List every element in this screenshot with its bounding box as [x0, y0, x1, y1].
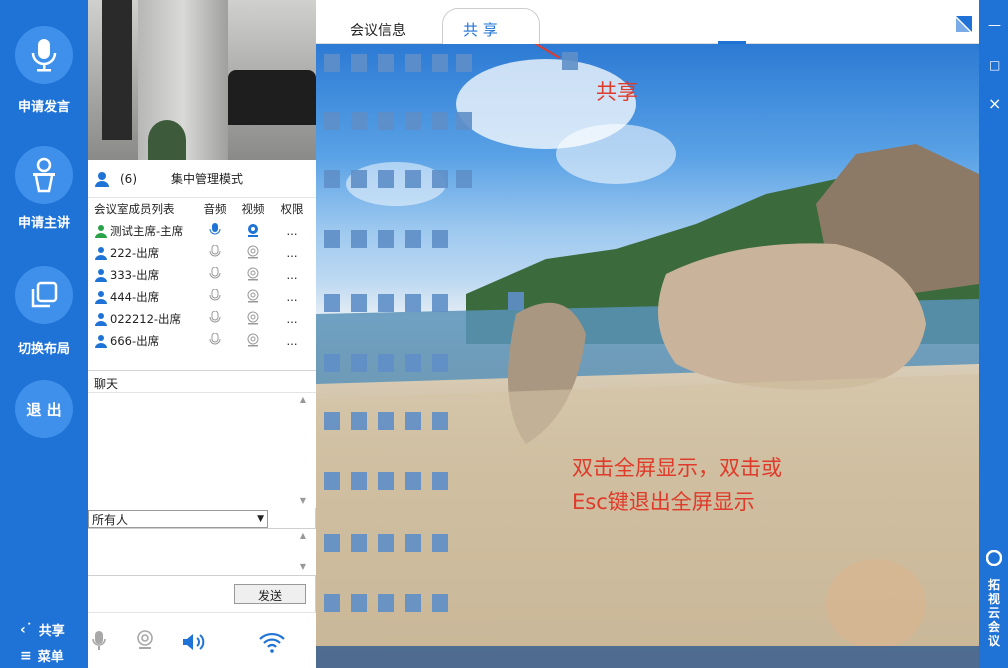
camera-off-icon[interactable] [246, 289, 260, 303]
shared-desktop-image [316, 44, 979, 668]
quit-label: 退 出 [15, 380, 73, 438]
member-name: 022212-出席 [110, 312, 182, 326]
col-name-header: 会议室成员列表 [94, 202, 175, 216]
network-signal-icon [259, 632, 285, 653]
annotation-fullscreen-line2: Esc键退出全屏显示 [572, 490, 755, 514]
right-window-bar: — □ × 拓视云会议 [979, 0, 1008, 668]
user-icon [95, 247, 107, 260]
app-window: 申请发言 申请主讲 切换布局 退 出 ‹˙ 共享 ≡ 菜单 (6) 集中管理模式… [0, 0, 1008, 668]
tab-meeting-info[interactable]: 会议信息 [350, 20, 406, 40]
table-row[interactable]: 444-出席 ... [88, 286, 316, 308]
microphone-icon [15, 26, 73, 84]
tab-bar: 会议信息 共 享 [316, 0, 979, 44]
maximize-button[interactable]: □ [989, 58, 1000, 72]
camera-icon[interactable] [136, 630, 154, 652]
tab-share-label: 共 享 [463, 21, 498, 39]
recipient-select[interactable]: 所有人 ▼ [88, 510, 268, 528]
camera-on-icon[interactable] [246, 223, 260, 237]
close-button[interactable]: × [988, 94, 1001, 113]
mic-off-icon[interactable] [209, 266, 221, 281]
user-icon [95, 313, 107, 326]
user-icon [95, 171, 109, 187]
col-perm-header: 权限 [280, 202, 304, 216]
user-icon [95, 335, 107, 348]
mic-off-icon[interactable] [209, 288, 221, 303]
chat-history[interactable]: ▲ ▼ [88, 392, 316, 508]
share-icon: ‹˙ [20, 621, 33, 638]
chevron-down-icon: ▼ [257, 514, 264, 524]
table-row[interactable]: 222-出席 ... [88, 242, 316, 264]
layout-icon [15, 266, 73, 324]
menu-label: 菜单 [37, 650, 64, 665]
brand-logo-icon [986, 550, 1002, 566]
brand-name: 拓视云会议 [987, 578, 1000, 648]
permission-menu[interactable]: ... [272, 334, 312, 348]
col-video-header: 视频 [241, 202, 265, 216]
mic-off-icon[interactable] [209, 310, 221, 325]
left-sidebar: 申请发言 申请主讲 切换布局 退 出 ‹˙ 共享 ≡ 菜单 [0, 0, 88, 668]
tab-share[interactable]: 共 享 [442, 8, 540, 44]
switch-layout-button[interactable]: 切换布局 [0, 266, 88, 357]
local-video-preview [88, 0, 316, 160]
annotation-share: 共享 [596, 80, 638, 104]
microphone-icon[interactable] [92, 630, 106, 652]
main-area: 会议信息 共 享 共享 双击全屏显示，双击或 Esc键退出全屏显示 [316, 0, 979, 668]
fullscreen-toggle-icon[interactable] [956, 16, 972, 32]
user-icon [95, 269, 107, 282]
permission-menu[interactable]: ... [272, 224, 312, 238]
member-name: 666-出席 [110, 334, 160, 348]
send-button[interactable]: 发送 [234, 584, 306, 604]
members-header: (6) 集中管理模式 [88, 160, 316, 198]
chat-scrollbar[interactable]: ▲ ▼ [298, 395, 308, 505]
switch-layout-label: 切换布局 [17, 342, 70, 357]
request-speak-label: 申请发言 [17, 100, 70, 115]
chat-input[interactable]: ▲ ▼ [88, 528, 316, 576]
share-label: 共享 [38, 624, 65, 639]
permission-menu[interactable]: ... [272, 290, 312, 304]
recipient-value: 所有人 [92, 512, 129, 527]
member-name: 333-出席 [110, 268, 160, 282]
member-name: 222-出席 [110, 246, 160, 260]
camera-off-icon[interactable] [246, 311, 260, 325]
request-host-button[interactable]: 申请主讲 [0, 146, 88, 231]
input-scrollbar[interactable]: ▲ ▼ [298, 531, 308, 575]
member-name: 测试主席-主席 [110, 224, 184, 238]
share-menu-button[interactable]: ‹˙ 共享 [20, 620, 65, 640]
permission-menu[interactable]: ... [272, 268, 312, 282]
minimize-button[interactable]: — [988, 18, 1001, 33]
annotation-fullscreen-line1: 双击全屏显示，双击或 [572, 456, 782, 480]
camera-off-icon[interactable] [246, 245, 260, 259]
shared-screen[interactable]: 共享 双击全屏显示，双击或 Esc键退出全屏显示 [316, 44, 979, 668]
management-mode: 集中管理模式 [171, 172, 244, 186]
col-audio-header: 音频 [203, 202, 227, 216]
mic-off-icon[interactable] [209, 244, 221, 259]
request-speak-button[interactable]: 申请发言 [0, 26, 88, 115]
member-panel: (6) 集中管理模式 会议室成员列表 音频 视频 权限 测试主席-主席 ... … [88, 0, 316, 668]
speaker-icon[interactable] [182, 632, 208, 652]
menu-icon: ≡ [20, 647, 32, 664]
camera-off-icon[interactable] [246, 267, 260, 281]
camera-off-icon[interactable] [246, 333, 260, 347]
member-list-header: 会议室成员列表 音频 视频 权限 [88, 198, 316, 220]
permission-menu[interactable]: ... [272, 246, 312, 260]
mic-on-icon[interactable] [209, 222, 221, 237]
member-name: 444-出席 [110, 290, 160, 304]
member-list: 会议室成员列表 音频 视频 权限 测试主席-主席 ... 222-出席 ... … [88, 198, 316, 370]
speaker-host-icon [15, 146, 73, 204]
request-host-label: 申请主讲 [17, 216, 70, 231]
media-controls [88, 612, 316, 668]
chair-user-icon [95, 225, 107, 238]
table-row[interactable]: 测试主席-主席 ... [88, 220, 316, 242]
mic-off-icon[interactable] [209, 332, 221, 347]
member-count: (6) [120, 171, 137, 186]
quit-button[interactable]: 退 出 [0, 380, 88, 438]
table-row[interactable]: 666-出席 ... [88, 330, 316, 352]
permission-menu[interactable]: ... [272, 312, 312, 326]
table-row[interactable]: 022212-出席 ... [88, 308, 316, 330]
table-row[interactable]: 333-出席 ... [88, 264, 316, 286]
user-icon [95, 291, 107, 304]
chat-label: 聊天 [88, 370, 316, 392]
main-menu-button[interactable]: ≡ 菜单 [20, 646, 64, 666]
